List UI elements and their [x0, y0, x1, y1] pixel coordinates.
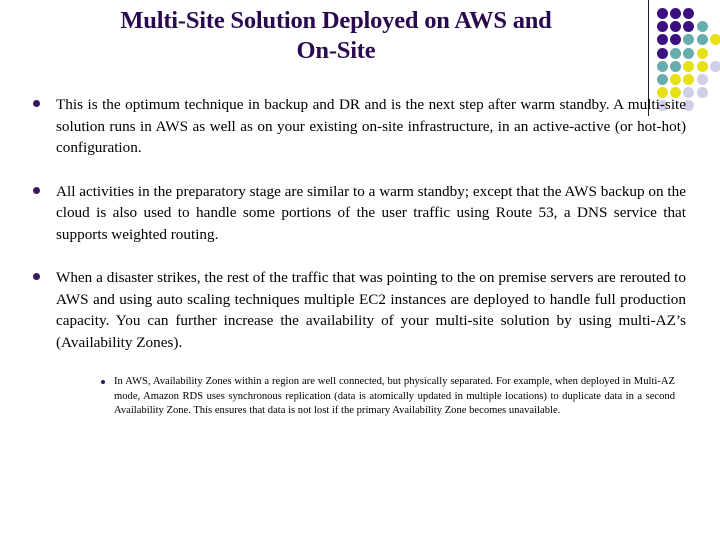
decorative-dot — [670, 8, 682, 19]
sub-bullet-text: In AWS, Availability Zones within a regi… — [114, 376, 675, 417]
decorative-dot — [657, 74, 668, 85]
bullet-text: This is the optimum technique in backup … — [56, 96, 686, 156]
decorative-dot — [696, 60, 708, 72]
decorative-dot — [670, 74, 682, 85]
bullet-dot-icon — [33, 273, 40, 280]
bullet-text: All activities in the preparatory stage … — [56, 182, 686, 243]
bullet-text: When a disaster strikes, the rest of the… — [56, 269, 686, 351]
bullet-dot-icon — [33, 100, 40, 107]
decorative-dot — [696, 47, 708, 59]
sub-bullet-dot-icon — [101, 380, 105, 384]
decorative-dot — [657, 8, 668, 19]
decorative-dot — [683, 47, 695, 59]
decorative-dot — [670, 21, 682, 33]
bullet-item: When a disaster strikes, the rest of the… — [0, 267, 720, 353]
decorative-dot — [696, 74, 708, 85]
page-title: Multi-Site Solution Deployed on AWS and … — [36, 6, 636, 66]
decorative-dot — [657, 21, 668, 33]
slide-body: This is the optimum technique in backup … — [0, 94, 720, 419]
decorative-dot — [670, 47, 682, 59]
bullet-dot-icon — [33, 186, 40, 194]
slide-canvas: Multi-Site Solution Deployed on AWS and … — [0, 0, 720, 540]
decorative-dot — [683, 60, 695, 72]
decorative-dot — [709, 60, 720, 72]
decorative-dot — [696, 21, 708, 33]
decorative-dot — [683, 34, 695, 46]
decorative-dot — [709, 34, 720, 46]
decorative-dot — [696, 34, 708, 46]
decorative-dot — [683, 74, 695, 85]
bullet-item: This is the optimum technique in backup … — [0, 94, 720, 159]
page-title-line-1: Multi-Site Solution Deployed on AWS and — [120, 7, 552, 34]
sub-bullet-item: In AWS, Availability Zones within a regi… — [0, 375, 720, 419]
decorative-dot — [683, 8, 695, 19]
bullet-item: All activities in the preparatory stage … — [0, 181, 720, 246]
decorative-dot — [657, 47, 668, 59]
decorative-dot — [670, 34, 682, 46]
decorative-dot — [657, 34, 668, 46]
page-title-line-2: On-Site — [296, 37, 376, 64]
decorative-dot — [683, 21, 695, 33]
decorative-dot — [657, 60, 668, 72]
decorative-dot — [670, 60, 682, 72]
